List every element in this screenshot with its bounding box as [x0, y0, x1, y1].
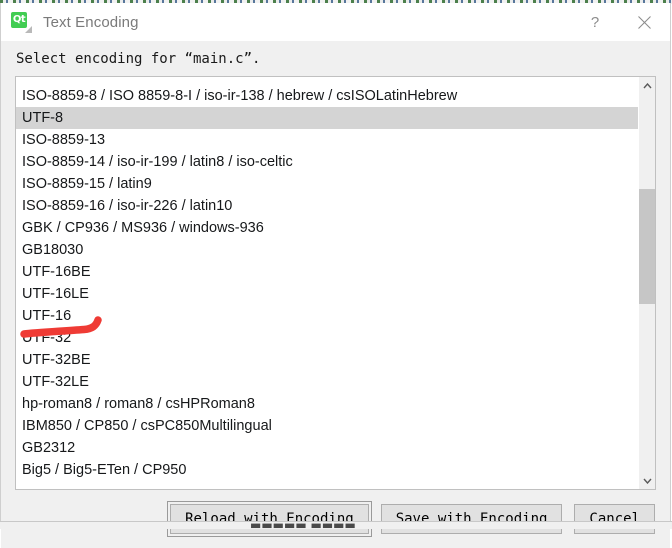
- encoding-list-item[interactable]: ISO-8859-16 / iso-ir-226 / latin10: [16, 195, 638, 217]
- titlebar-controls: ?: [572, 3, 670, 41]
- dialog-title: Text Encoding: [43, 13, 139, 31]
- close-button[interactable]: [618, 3, 670, 41]
- encoding-list-item[interactable]: ISO-8859-13: [16, 129, 638, 151]
- encoding-list-item[interactable]: GB18030: [16, 239, 638, 261]
- reload-with-encoding-button[interactable]: Reload with Encoding: [167, 501, 372, 537]
- scrollbar-thumb[interactable]: [639, 189, 655, 304]
- encoding-list-items[interactable]: ISO-8859-8 / ISO 8859-8-I / iso-ir-138 /…: [16, 77, 638, 489]
- dialog-button-bar: Reload with Encoding Save with Encoding …: [15, 490, 656, 548]
- dialog-titlebar: Qt Text Encoding ?: [1, 3, 670, 41]
- encoding-list-item[interactable]: UTF-32: [16, 327, 638, 349]
- encoding-listbox[interactable]: ISO-8859-8 / ISO 8859-8-I / iso-ir-138 /…: [15, 76, 656, 490]
- encoding-list-item[interactable]: UTF-16LE: [16, 283, 638, 305]
- qt-creator-icon: Qt: [11, 12, 32, 33]
- encoding-list-item[interactable]: Big5 / Big5-ETen / CP950: [16, 459, 638, 481]
- cancel-button[interactable]: Cancel: [574, 504, 655, 534]
- encoding-list-item[interactable]: GB2312: [16, 437, 638, 459]
- chevron-up-icon: [642, 82, 652, 88]
- encoding-list-item[interactable]: hp-roman8 / roman8 / csHPRoman8: [16, 393, 638, 415]
- save-with-encoding-button[interactable]: Save with Encoding: [380, 504, 563, 534]
- encoding-list-item[interactable]: UTF-32LE: [16, 371, 638, 393]
- close-icon: [637, 15, 651, 29]
- encoding-list-item[interactable]: ISO-8859-8 / ISO 8859-8-I / iso-ir-138 /…: [16, 85, 638, 107]
- encoding-list-item[interactable]: UTF-16: [16, 305, 638, 327]
- scroll-down-button[interactable]: [639, 472, 655, 489]
- dialog-content: Select encoding for “main.c”. ISO-8859-8…: [1, 41, 670, 548]
- encoding-list-item[interactable]: GBK / CP936 / MS936 / windows-936: [16, 217, 638, 239]
- encoding-list-item[interactable]: ISO-8859-15 / latin9: [16, 173, 638, 195]
- scroll-up-button[interactable]: [639, 77, 655, 94]
- help-button[interactable]: ?: [572, 3, 618, 41]
- question-mark-icon: ?: [590, 13, 600, 31]
- chevron-down-icon: [642, 478, 652, 484]
- encoding-list-item[interactable]: UTF-16BE: [16, 261, 638, 283]
- vertical-scrollbar[interactable]: [638, 77, 655, 489]
- prompt-label: Select encoding for “main.c”.: [16, 51, 261, 67]
- text-encoding-dialog: Qt Text Encoding ? Select encoding for “…: [0, 3, 671, 548]
- encoding-list-item[interactable]: UTF-32BE: [16, 349, 638, 371]
- encoding-list-item[interactable]: ISO-8859-14 / iso-ir-199 / latin8 / iso-…: [16, 151, 638, 173]
- encoding-list-item[interactable]: UTF-8: [16, 107, 638, 129]
- encoding-list-item[interactable]: IBM850 / CP850 / csPC850Multilingual: [16, 415, 638, 437]
